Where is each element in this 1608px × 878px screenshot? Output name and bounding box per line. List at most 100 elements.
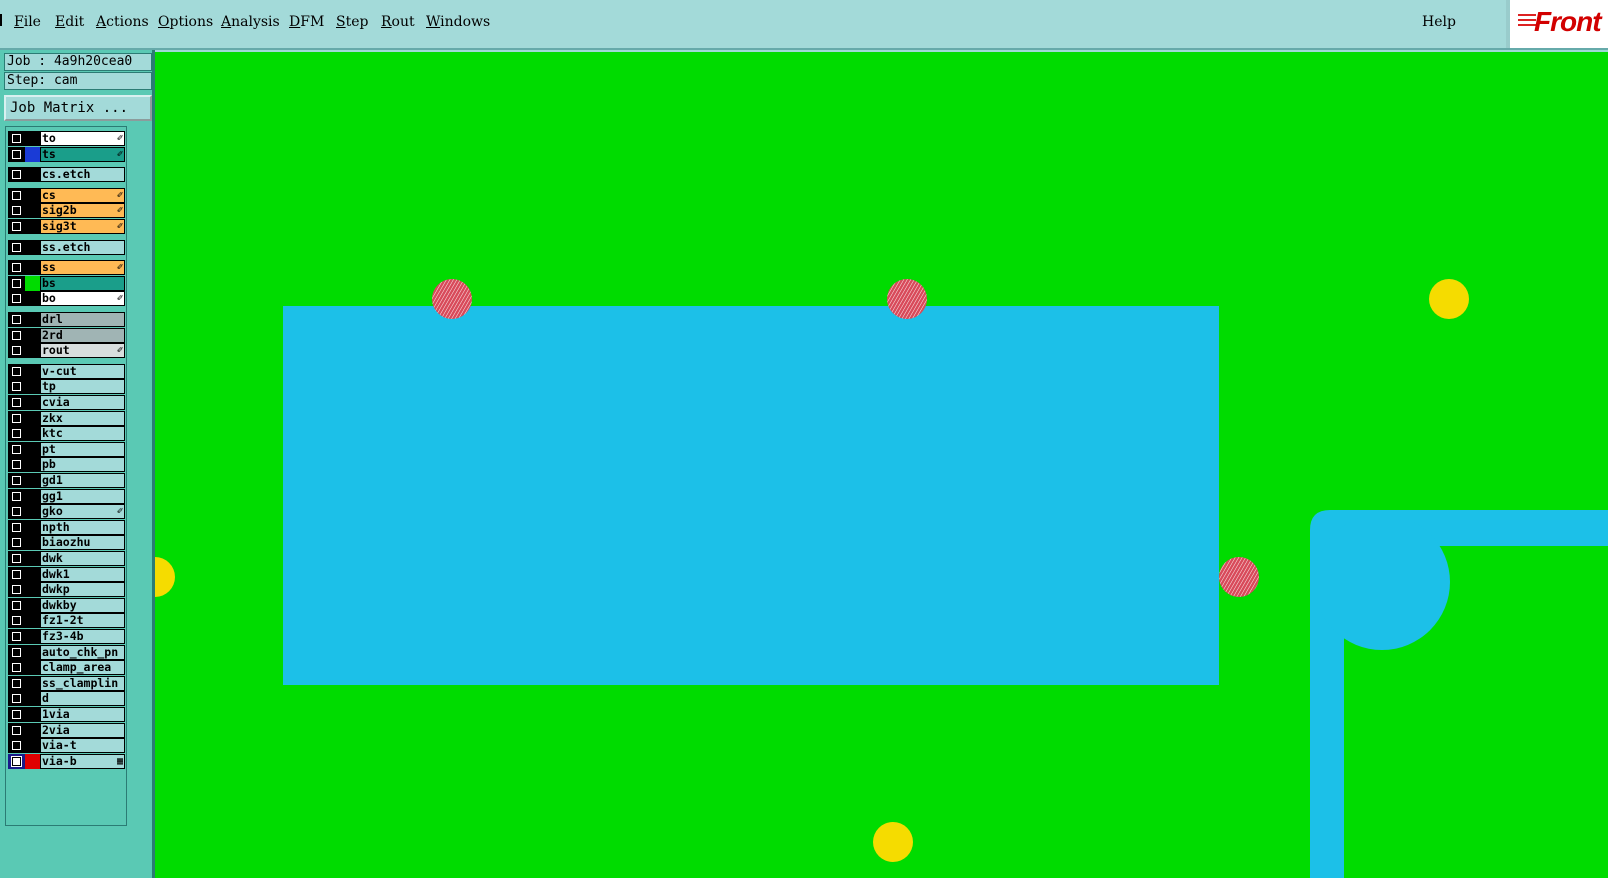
layer-row-sig2b[interactable]: sig2b ✐ <box>8 203 125 219</box>
layer-name[interactable]: rout ✐ <box>40 343 125 359</box>
layer-checkbox[interactable] <box>8 644 25 660</box>
layer-checkbox[interactable] <box>8 426 25 442</box>
layer-row-via-b[interactable]: via-b ▦ <box>8 753 125 769</box>
menu-step[interactable]: Step <box>336 14 368 30</box>
layer-color-swatch[interactable] <box>25 675 40 691</box>
layer-color-swatch[interactable] <box>25 187 40 203</box>
layer-name[interactable]: dwk <box>40 551 125 566</box>
layer-name[interactable]: v-cut <box>40 363 125 379</box>
layer-checkbox[interactable] <box>8 597 25 613</box>
layer-name[interactable]: sig3t ✐ <box>40 219 125 234</box>
layer-color-swatch[interactable] <box>25 219 40 234</box>
layer-name[interactable]: pb <box>40 457 125 473</box>
layer-name[interactable]: d <box>40 691 125 707</box>
layer-row-ss_clamplin[interactable]: ss_clamplin <box>8 675 125 691</box>
layer-color-swatch[interactable] <box>25 473 40 488</box>
layer-row-cs.etch[interactable]: cs.etch <box>8 167 125 183</box>
layer-checkbox[interactable] <box>8 738 25 754</box>
layer-color-swatch[interactable] <box>25 504 40 520</box>
layer-checkbox[interactable] <box>8 675 25 691</box>
menu-help[interactable]: Help <box>1422 14 1456 30</box>
layer-name[interactable]: 2rd <box>40 327 125 343</box>
layer-checkbox[interactable] <box>8 187 25 203</box>
layer-checkbox[interactable] <box>8 410 25 426</box>
menu-analysis[interactable]: Analysis <box>221 14 280 30</box>
layer-row-auto_chk_pn[interactable]: auto_chk_pn <box>8 644 125 660</box>
layer-checkbox[interactable] <box>8 753 25 769</box>
layer-name[interactable]: drl <box>40 312 125 327</box>
menu-actions[interactable]: Actions <box>96 14 149 30</box>
graphic-canvas[interactable] <box>155 52 1608 878</box>
layer-row-gd1[interactable]: gd1 <box>8 473 125 488</box>
layer-checkbox[interactable] <box>8 613 25 629</box>
layer-color-swatch[interactable] <box>25 131 40 146</box>
layer-row-zkx[interactable]: zkx <box>8 410 125 426</box>
layer-color-swatch[interactable] <box>25 441 40 457</box>
menu-options[interactable]: Options <box>158 14 213 30</box>
layer-checkbox[interactable] <box>8 327 25 343</box>
layer-color-swatch[interactable] <box>25 660 40 676</box>
layer-checkbox[interactable] <box>8 131 25 146</box>
layer-name[interactable]: pt <box>40 441 125 457</box>
layer-color-swatch[interactable] <box>25 644 40 660</box>
layer-name[interactable]: 1via <box>40 707 125 722</box>
layer-row-pt[interactable]: pt <box>8 441 125 457</box>
layer-color-swatch[interactable] <box>25 488 40 504</box>
layer-name[interactable]: bs <box>40 275 125 291</box>
layer-color-swatch[interactable] <box>25 426 40 442</box>
layer-row-dwk[interactable]: dwk <box>8 551 125 566</box>
layer-checkbox[interactable] <box>8 535 25 551</box>
layer-name[interactable]: clamp_area <box>40 660 125 676</box>
layer-name[interactable]: gko ✐ <box>40 504 125 520</box>
layer-color-swatch[interactable] <box>25 722 40 738</box>
layer-color-swatch[interactable] <box>25 327 40 343</box>
layer-row-v-cut[interactable]: v-cut <box>8 363 125 379</box>
layer-checkbox[interactable] <box>8 566 25 582</box>
layer-checkbox[interactable] <box>8 379 25 395</box>
layer-name[interactable]: dwkp <box>40 582 125 598</box>
layer-checkbox[interactable] <box>8 551 25 566</box>
layer-row-dwkby[interactable]: dwkby <box>8 597 125 613</box>
layer-row-to[interactable]: to ✐ <box>8 131 125 146</box>
layer-row-ss[interactable]: ss ✐ <box>8 260 125 276</box>
layer-color-swatch[interactable] <box>25 312 40 327</box>
layer-color-swatch[interactable] <box>25 753 40 769</box>
layer-color-swatch[interactable] <box>25 363 40 379</box>
job-matrix-button[interactable]: Job Matrix ... <box>4 95 152 121</box>
layer-checkbox[interactable] <box>8 219 25 234</box>
menu-dfm[interactable]: DFM <box>289 14 324 30</box>
layer-name[interactable]: ktc <box>40 426 125 442</box>
layer-checkbox[interactable] <box>8 473 25 488</box>
layer-checkbox[interactable] <box>8 722 25 738</box>
layer-color-swatch[interactable] <box>25 738 40 754</box>
layer-name[interactable]: ss.etch <box>40 239 125 255</box>
layer-row-via-t[interactable]: via-t <box>8 738 125 754</box>
menu-rout[interactable]: Rout <box>381 14 415 30</box>
layer-checkbox[interactable] <box>8 488 25 504</box>
layer-color-swatch[interactable] <box>25 343 40 359</box>
layer-name[interactable]: 2via <box>40 722 125 738</box>
layer-name[interactable]: auto_chk_pn <box>40 644 125 660</box>
layer-name[interactable]: tp <box>40 379 125 395</box>
layer-color-swatch[interactable] <box>25 629 40 644</box>
layer-name[interactable]: via-b ▦ <box>40 753 125 769</box>
layer-checkbox[interactable] <box>8 167 25 183</box>
layer-row-1via[interactable]: 1via <box>8 707 125 722</box>
layer-checkbox[interactable] <box>8 629 25 644</box>
layer-checkbox[interactable] <box>8 312 25 327</box>
layer-color-swatch[interactable] <box>25 566 40 582</box>
layer-color-swatch[interactable] <box>25 597 40 613</box>
layer-color-swatch[interactable] <box>25 535 40 551</box>
layer-name[interactable]: zkx <box>40 410 125 426</box>
layer-row-fz1-2t[interactable]: fz1-2t <box>8 613 125 629</box>
layer-row-gg1[interactable]: gg1 <box>8 488 125 504</box>
layer-checkbox[interactable] <box>8 457 25 473</box>
layer-color-swatch[interactable] <box>25 551 40 566</box>
layer-row-bo[interactable]: bo ✐ <box>8 291 125 307</box>
menu-windows[interactable]: Windows <box>426 14 490 30</box>
layer-row-ts[interactable]: ts ✐ <box>8 146 125 162</box>
layer-checkbox[interactable] <box>8 363 25 379</box>
layer-checkbox[interactable] <box>8 582 25 598</box>
layer-name[interactable]: npth <box>40 519 125 535</box>
layer-checkbox[interactable] <box>8 395 25 410</box>
